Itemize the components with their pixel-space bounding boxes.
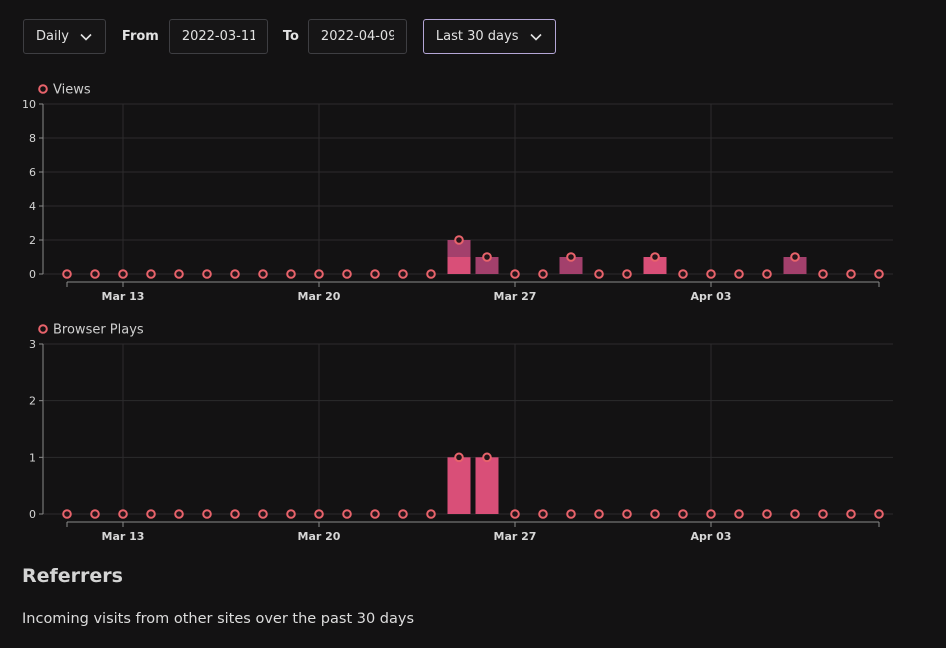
x-tick-label: Mar 27 <box>494 530 537 543</box>
data-point <box>538 509 548 519</box>
referrers-subtitle: Incoming visits from other sites over th… <box>22 611 415 627</box>
data-point <box>482 452 492 463</box>
legend-marker <box>38 324 48 334</box>
data-point <box>482 252 492 262</box>
data-point <box>874 509 884 519</box>
data-point <box>62 269 72 279</box>
y-tick-label: 3 <box>29 338 36 351</box>
data-point <box>342 269 352 279</box>
data-point <box>706 269 716 279</box>
referrers-title: Referrers <box>22 565 123 587</box>
data-point <box>566 509 576 519</box>
data-point <box>90 269 100 279</box>
data-point <box>202 509 212 519</box>
data-point <box>594 269 604 279</box>
data-point <box>370 269 380 279</box>
data-point <box>762 269 772 279</box>
data-point <box>790 252 800 262</box>
data-point <box>678 509 688 519</box>
data-point <box>426 269 436 279</box>
data-point <box>734 269 744 279</box>
data-point <box>454 235 464 245</box>
y-tick-label: 8 <box>29 132 36 145</box>
x-tick-label: Apr 03 <box>691 530 732 543</box>
data-point <box>62 509 72 519</box>
x-tick-label: Mar 20 <box>298 290 341 303</box>
x-tick-label: Mar 13 <box>102 290 145 303</box>
data-point <box>650 252 660 262</box>
data-point <box>622 269 632 279</box>
data-point <box>538 269 548 279</box>
data-point <box>314 509 324 519</box>
data-point <box>818 269 828 279</box>
chart-views: Views 0 2 4 6 8 10 Mar 13 Mar 20 Mar 27 Apr 03 <box>22 83 893 303</box>
x-tick-label: Mar 20 <box>298 530 341 543</box>
data-point <box>118 269 128 279</box>
data-point <box>818 509 828 519</box>
data-point <box>398 509 408 519</box>
y-tick-label: 4 <box>29 200 36 213</box>
data-point <box>454 452 464 463</box>
data-point <box>874 269 884 279</box>
data-point <box>510 269 520 279</box>
data-point <box>370 509 380 519</box>
data-point <box>426 509 436 519</box>
data-point <box>510 509 520 519</box>
x-tick-label: Mar 27 <box>494 290 537 303</box>
y-tick-label: 2 <box>29 395 36 408</box>
data-point <box>846 509 856 519</box>
data-point <box>622 509 632 519</box>
data-point <box>678 269 688 279</box>
data-point <box>202 269 212 279</box>
legend-label: Browser Plays <box>53 323 144 338</box>
data-point <box>342 509 352 519</box>
data-point <box>90 509 100 519</box>
y-tick-label: 10 <box>22 98 36 111</box>
y-tick-label: 0 <box>29 268 36 281</box>
legend-marker <box>38 84 48 94</box>
data-point <box>762 509 772 519</box>
y-tick-label: 1 <box>29 451 36 464</box>
y-tick-label: 6 <box>29 166 36 179</box>
bar <box>447 457 471 514</box>
data-point <box>566 252 576 262</box>
data-point <box>286 269 296 279</box>
bar <box>447 257 471 274</box>
data-point <box>594 509 604 519</box>
data-point <box>230 269 240 279</box>
data-point <box>846 269 856 279</box>
legend-label: Views <box>53 83 91 98</box>
data-point <box>734 509 744 519</box>
y-tick-label: 0 <box>29 508 36 521</box>
chart-browser-plays: Browser Plays 0 1 2 3 Mar 13 Mar 20 Mar 27 Apr 0… <box>29 323 893 543</box>
data-point <box>258 269 268 279</box>
data-point <box>118 509 128 519</box>
x-tick-label: Apr 03 <box>691 290 732 303</box>
data-point <box>314 269 324 279</box>
data-point <box>146 509 156 519</box>
y-tick-label: 2 <box>29 234 36 247</box>
data-point <box>230 509 240 519</box>
data-point <box>174 269 184 279</box>
data-point <box>146 269 156 279</box>
bar <box>475 457 499 514</box>
data-point <box>174 509 184 519</box>
data-point <box>286 509 296 519</box>
data-point <box>258 509 268 519</box>
data-point <box>650 509 660 519</box>
charts: Views0246810Mar 13 Mar 20 Mar 27 Apr 03Brow… <box>22 83 893 543</box>
x-tick-label: Mar 13 <box>102 530 145 543</box>
data-point <box>706 509 716 519</box>
data-point <box>398 269 408 279</box>
data-point <box>790 509 800 519</box>
